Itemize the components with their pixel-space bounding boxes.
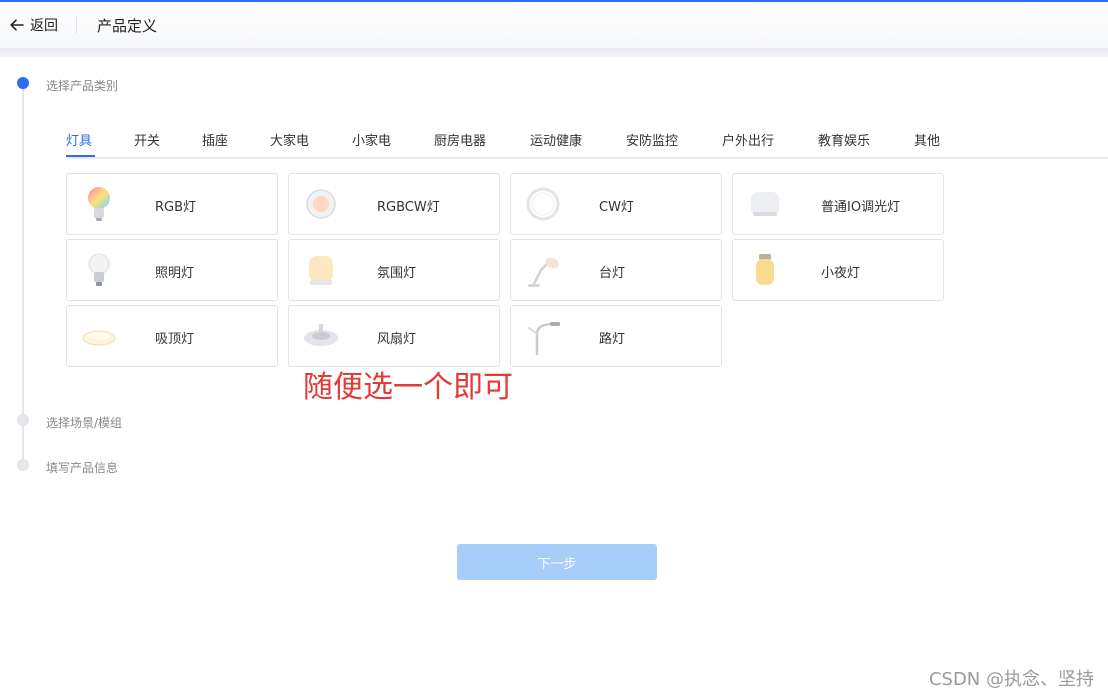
desk-lamp-icon [528, 257, 559, 288]
step-label-2: 选择场景/模组 [46, 416, 123, 430]
product-label: 小夜灯 [821, 266, 861, 281]
tab-lights[interactable]: 灯具 [66, 130, 92, 149]
header-divider [76, 16, 77, 34]
product-label: CW灯 [599, 200, 634, 215]
io-dimmer-light-icon [751, 192, 779, 216]
fan-light-icon [304, 324, 338, 346]
product-card-night-light[interactable]: 小夜灯 [732, 239, 944, 301]
tab-outdoor[interactable]: 户外出行 [722, 130, 774, 149]
product-label: 台灯 [599, 266, 626, 281]
header-shadow [0, 48, 1108, 57]
step-label-3: 填写产品信息 [46, 461, 119, 475]
back-label: 返回 [30, 18, 58, 34]
tab-others[interactable]: 其他 [914, 130, 940, 149]
product-label: 吸顶灯 [155, 332, 195, 347]
tab-security[interactable]: 安防监控 [626, 130, 678, 149]
step-dot-3 [17, 459, 29, 471]
tab-small-appliances[interactable]: 小家电 [352, 130, 391, 149]
product-card-desk-lamp[interactable]: 台灯 [510, 239, 722, 301]
product-card-ceiling[interactable]: 吸顶灯 [66, 305, 278, 367]
tab-kitchen-appliances[interactable]: 厨房电器 [434, 130, 486, 149]
step-dot-1 [17, 77, 29, 89]
product-card-fan-light[interactable]: 风扇灯 [288, 305, 500, 367]
ambient-lamp-icon [309, 256, 333, 285]
tab-active-indicator [66, 155, 95, 157]
step-dot-2 [17, 414, 29, 426]
tab-large-appliances[interactable]: 大家电 [270, 130, 309, 149]
back-button[interactable]: 返回 [10, 15, 58, 35]
night-light-icon [756, 254, 774, 285]
product-card-ambient[interactable]: 氛围灯 [288, 239, 500, 301]
arrow-left-icon [10, 19, 24, 31]
product-label: 普通IO调光灯 [821, 200, 901, 215]
product-card-io-dimmer[interactable]: 普通IO调光灯 [732, 173, 944, 235]
ceiling-light-icon [82, 330, 116, 346]
tab-switches[interactable]: 开关 [134, 130, 160, 149]
product-label: 路灯 [599, 332, 626, 347]
product-label: RGBCW灯 [377, 200, 440, 215]
tab-sockets[interactable]: 插座 [202, 130, 228, 149]
steps-line [22, 86, 24, 466]
tab-education[interactable]: 教育娱乐 [818, 130, 870, 149]
step-label-1: 选择产品类别 [46, 79, 119, 93]
next-step-button[interactable]: 下一步 [457, 544, 657, 580]
product-label: 氛围灯 [377, 266, 417, 281]
page-title: 产品定义 [97, 16, 158, 35]
product-label: 风扇灯 [377, 332, 417, 347]
rgbcw-downlight-icon [306, 189, 336, 219]
tab-sports-health[interactable]: 运动健康 [530, 130, 582, 149]
rgb-bulb-icon [88, 187, 110, 221]
product-label: RGB灯 [155, 200, 197, 215]
annotation-text: 随便选一个即可 [303, 370, 513, 405]
lighting-bulb-icon [88, 253, 110, 286]
product-card-lighting[interactable]: 照明灯 [66, 239, 278, 301]
watermark: CSDN @执念、坚持 [928, 669, 1094, 690]
product-card-cw[interactable]: CW灯 [510, 173, 722, 235]
product-label: 照明灯 [155, 266, 195, 281]
product-card-street-light[interactable]: 路灯 [510, 305, 722, 367]
category-tabs: 灯具 开关 插座 大家电 小家电 厨房电器 运动健康 安防监控 户外出行 教育娱… [66, 122, 1108, 159]
street-light-icon [528, 322, 560, 356]
product-card-rgbcw[interactable]: RGBCW灯 [288, 173, 500, 235]
cw-ring-light-icon [526, 187, 560, 221]
product-card-rgb[interactable]: RGB灯 [66, 173, 278, 235]
header-bar: 返回 产品定义 [0, 2, 1108, 48]
